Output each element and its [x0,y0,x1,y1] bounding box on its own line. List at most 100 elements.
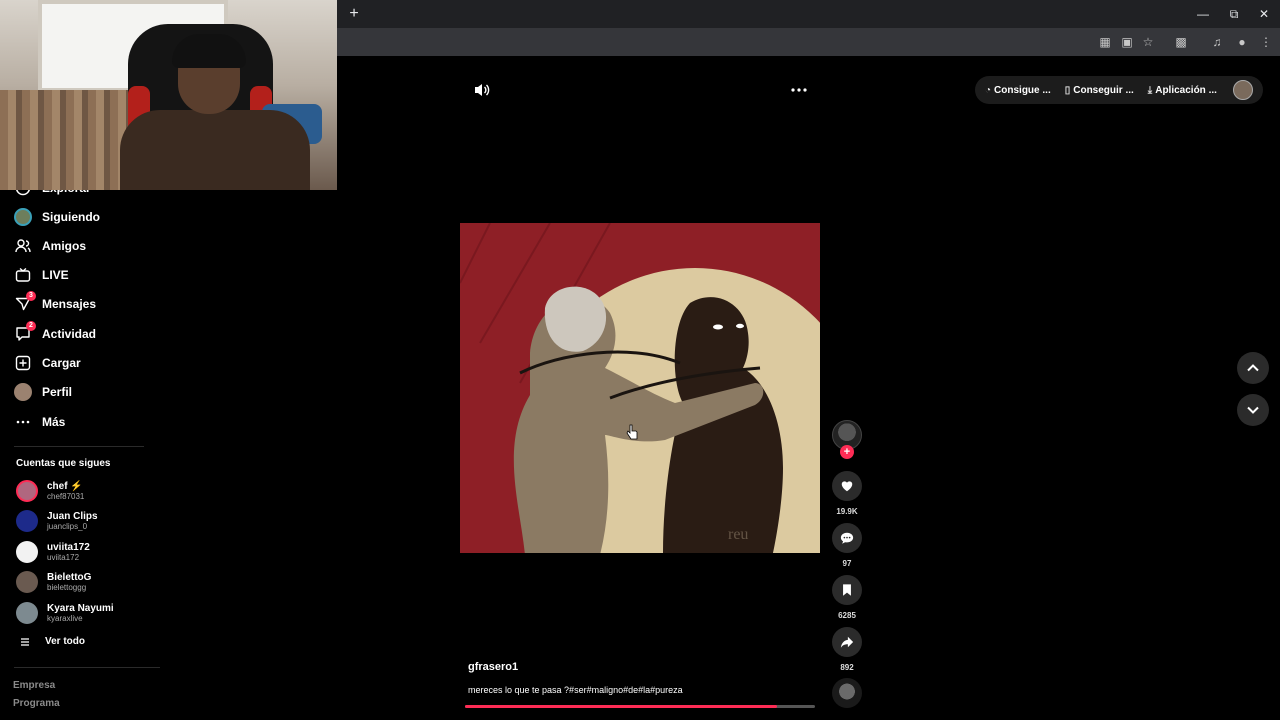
more-icon [14,413,32,431]
bookmark-icon [843,584,851,596]
upload-icon [14,354,32,372]
heart-icon [841,481,853,492]
account-handle: uviita172 [47,552,80,562]
video-watermark: reu [728,526,748,543]
close-window-icon[interactable]: ✕ [1252,4,1276,24]
pill-label: Aplicación ... [1155,84,1217,96]
coin-icon: ◔ [985,84,992,96]
extensions-icon[interactable]: ▩ [1172,33,1190,51]
sidebar-item-label: Actividad [42,327,97,341]
pill-label: Consigue ... [994,84,1051,96]
restore-window-icon[interactable]: ⧉ [1222,4,1246,24]
comment-icon [840,532,854,544]
webcam-person-body [120,110,310,190]
account-name: uviita172 [47,541,90,553]
video-progress-fill [465,705,777,708]
video-author[interactable]: gfrasero1 [468,661,518,673]
sidebar-item-amigos[interactable]: Amigos [14,234,86,258]
see-all-label: Ver todo [45,636,86,647]
like-button[interactable] [832,471,862,501]
sidebar-item-cargar[interactable]: Cargar [14,351,81,375]
chevron-down-icon [1247,406,1259,414]
video-caption: mereces lo que te pasa ?#ser#maligno#de#… [468,685,683,695]
messages-badge: 3 [26,291,36,301]
more-options-icon[interactable] [790,82,808,98]
music-disc[interactable] [832,678,862,708]
following-account-uviita172[interactable]: uviita172 uviita172 [16,540,90,564]
hand-cursor-icon [626,424,638,440]
account-name: BielettoG [47,571,92,583]
save-button[interactable] [832,575,862,605]
user-avatar[interactable] [1233,80,1253,100]
account-handle: kyaraxlive [47,613,83,623]
sidebar-item-live[interactable]: LIVE [14,263,69,287]
webcam-overlay [0,0,337,190]
sidebar-item-perfil[interactable]: Perfil [14,380,72,404]
live-bolt-icon: ⚡ [70,480,83,492]
pill-label: Conseguir ... [1073,84,1134,96]
volume-icon[interactable] [473,82,491,98]
share-button[interactable] [832,627,862,657]
avatar [16,571,38,593]
webcam-person-hair [172,34,246,68]
new-tab-button[interactable]: + [345,5,363,23]
activity-icon: 2 [14,321,36,343]
following-section-title: Cuentas que sigues [16,458,111,469]
following-account-bielettog[interactable]: BielettoG bielettoggg [16,570,91,594]
sidebar-divider [14,667,160,668]
avatar [16,480,38,502]
next-video-button[interactable] [1237,394,1269,426]
webcam-background-couch [0,90,130,190]
account-name: Kyara Nayumi [47,602,114,614]
browser-menu-icon[interactable]: ⋮ [1257,33,1275,51]
browser-profile-icon[interactable]: ● [1233,33,1251,51]
get-app-button[interactable]: ▯ Conseguir ... [1065,85,1134,96]
following-account-chef[interactable]: chef ⚡ chef87031 [16,479,84,503]
download-app-button[interactable]: ⤓ Aplicación ... [1148,85,1217,96]
sidebar-item-label: Siguiendo [42,210,100,224]
video-player[interactable]: reu [460,223,820,553]
bookmark-star-icon[interactable]: ☆ [1139,33,1157,51]
account-name: Juan Clips [47,510,98,522]
following-account-juan-clips[interactable]: Juan Clips juanclips_0 [16,509,98,533]
see-all-following-link[interactable]: Ver todo [20,636,85,647]
translate-icon[interactable]: ▦ [1096,33,1114,51]
share-icon [840,636,854,648]
account-handle: chef87031 [47,491,85,501]
sidebar-item-siguiendo[interactable]: Siguiendo [14,205,100,229]
messages-icon: 3 [14,291,36,313]
comment-button[interactable] [832,523,862,553]
sidebar-item-label: Amigos [42,239,87,253]
live-tv-icon [14,266,32,284]
minimize-window-icon[interactable]: — [1191,4,1215,24]
following-account-kyara-nayumi[interactable]: Kyara Nayumi kyaraxlive [16,601,114,625]
sidebar-item-mas[interactable]: Más [14,410,65,434]
download-icon: ⤓ [1147,84,1153,96]
sidebar-item-label: Más [42,415,66,429]
avatar [16,510,38,532]
footer-link-programa[interactable]: Programa [13,698,60,709]
video-progress-bar[interactable] [465,705,815,708]
avatar [16,602,38,624]
get-coins-button[interactable]: ◔ Consigue ... [985,85,1051,96]
activity-badge: 2 [26,321,36,331]
media-control-icon[interactable]: ♫ [1208,33,1226,51]
sidebar-item-mensajes[interactable]: 3 Mensajes [14,291,97,316]
sidebar-item-actividad[interactable]: 2 Actividad [14,321,97,346]
account-handle: juanclips_0 [47,521,88,531]
sidebar-item-label: Cargar [42,356,81,370]
account-handle: bielettoggg [47,582,87,592]
phone-icon: ▯ [1064,84,1071,96]
share-count: 892 [840,663,854,672]
like-count: 19.9K [836,507,858,516]
follow-creator-button[interactable]: + [840,445,854,459]
account-name: chef ⚡ [47,480,83,492]
comment-count: 97 [842,559,852,568]
avatar [16,541,38,563]
sidebar-item-label: Mensajes [42,297,97,311]
friends-icon [14,237,32,255]
previous-video-button[interactable] [1237,352,1269,384]
following-avatar-icon [14,208,32,226]
footer-link-empresa[interactable]: Empresa [13,680,55,691]
install-app-icon[interactable]: ▣ [1118,33,1136,51]
